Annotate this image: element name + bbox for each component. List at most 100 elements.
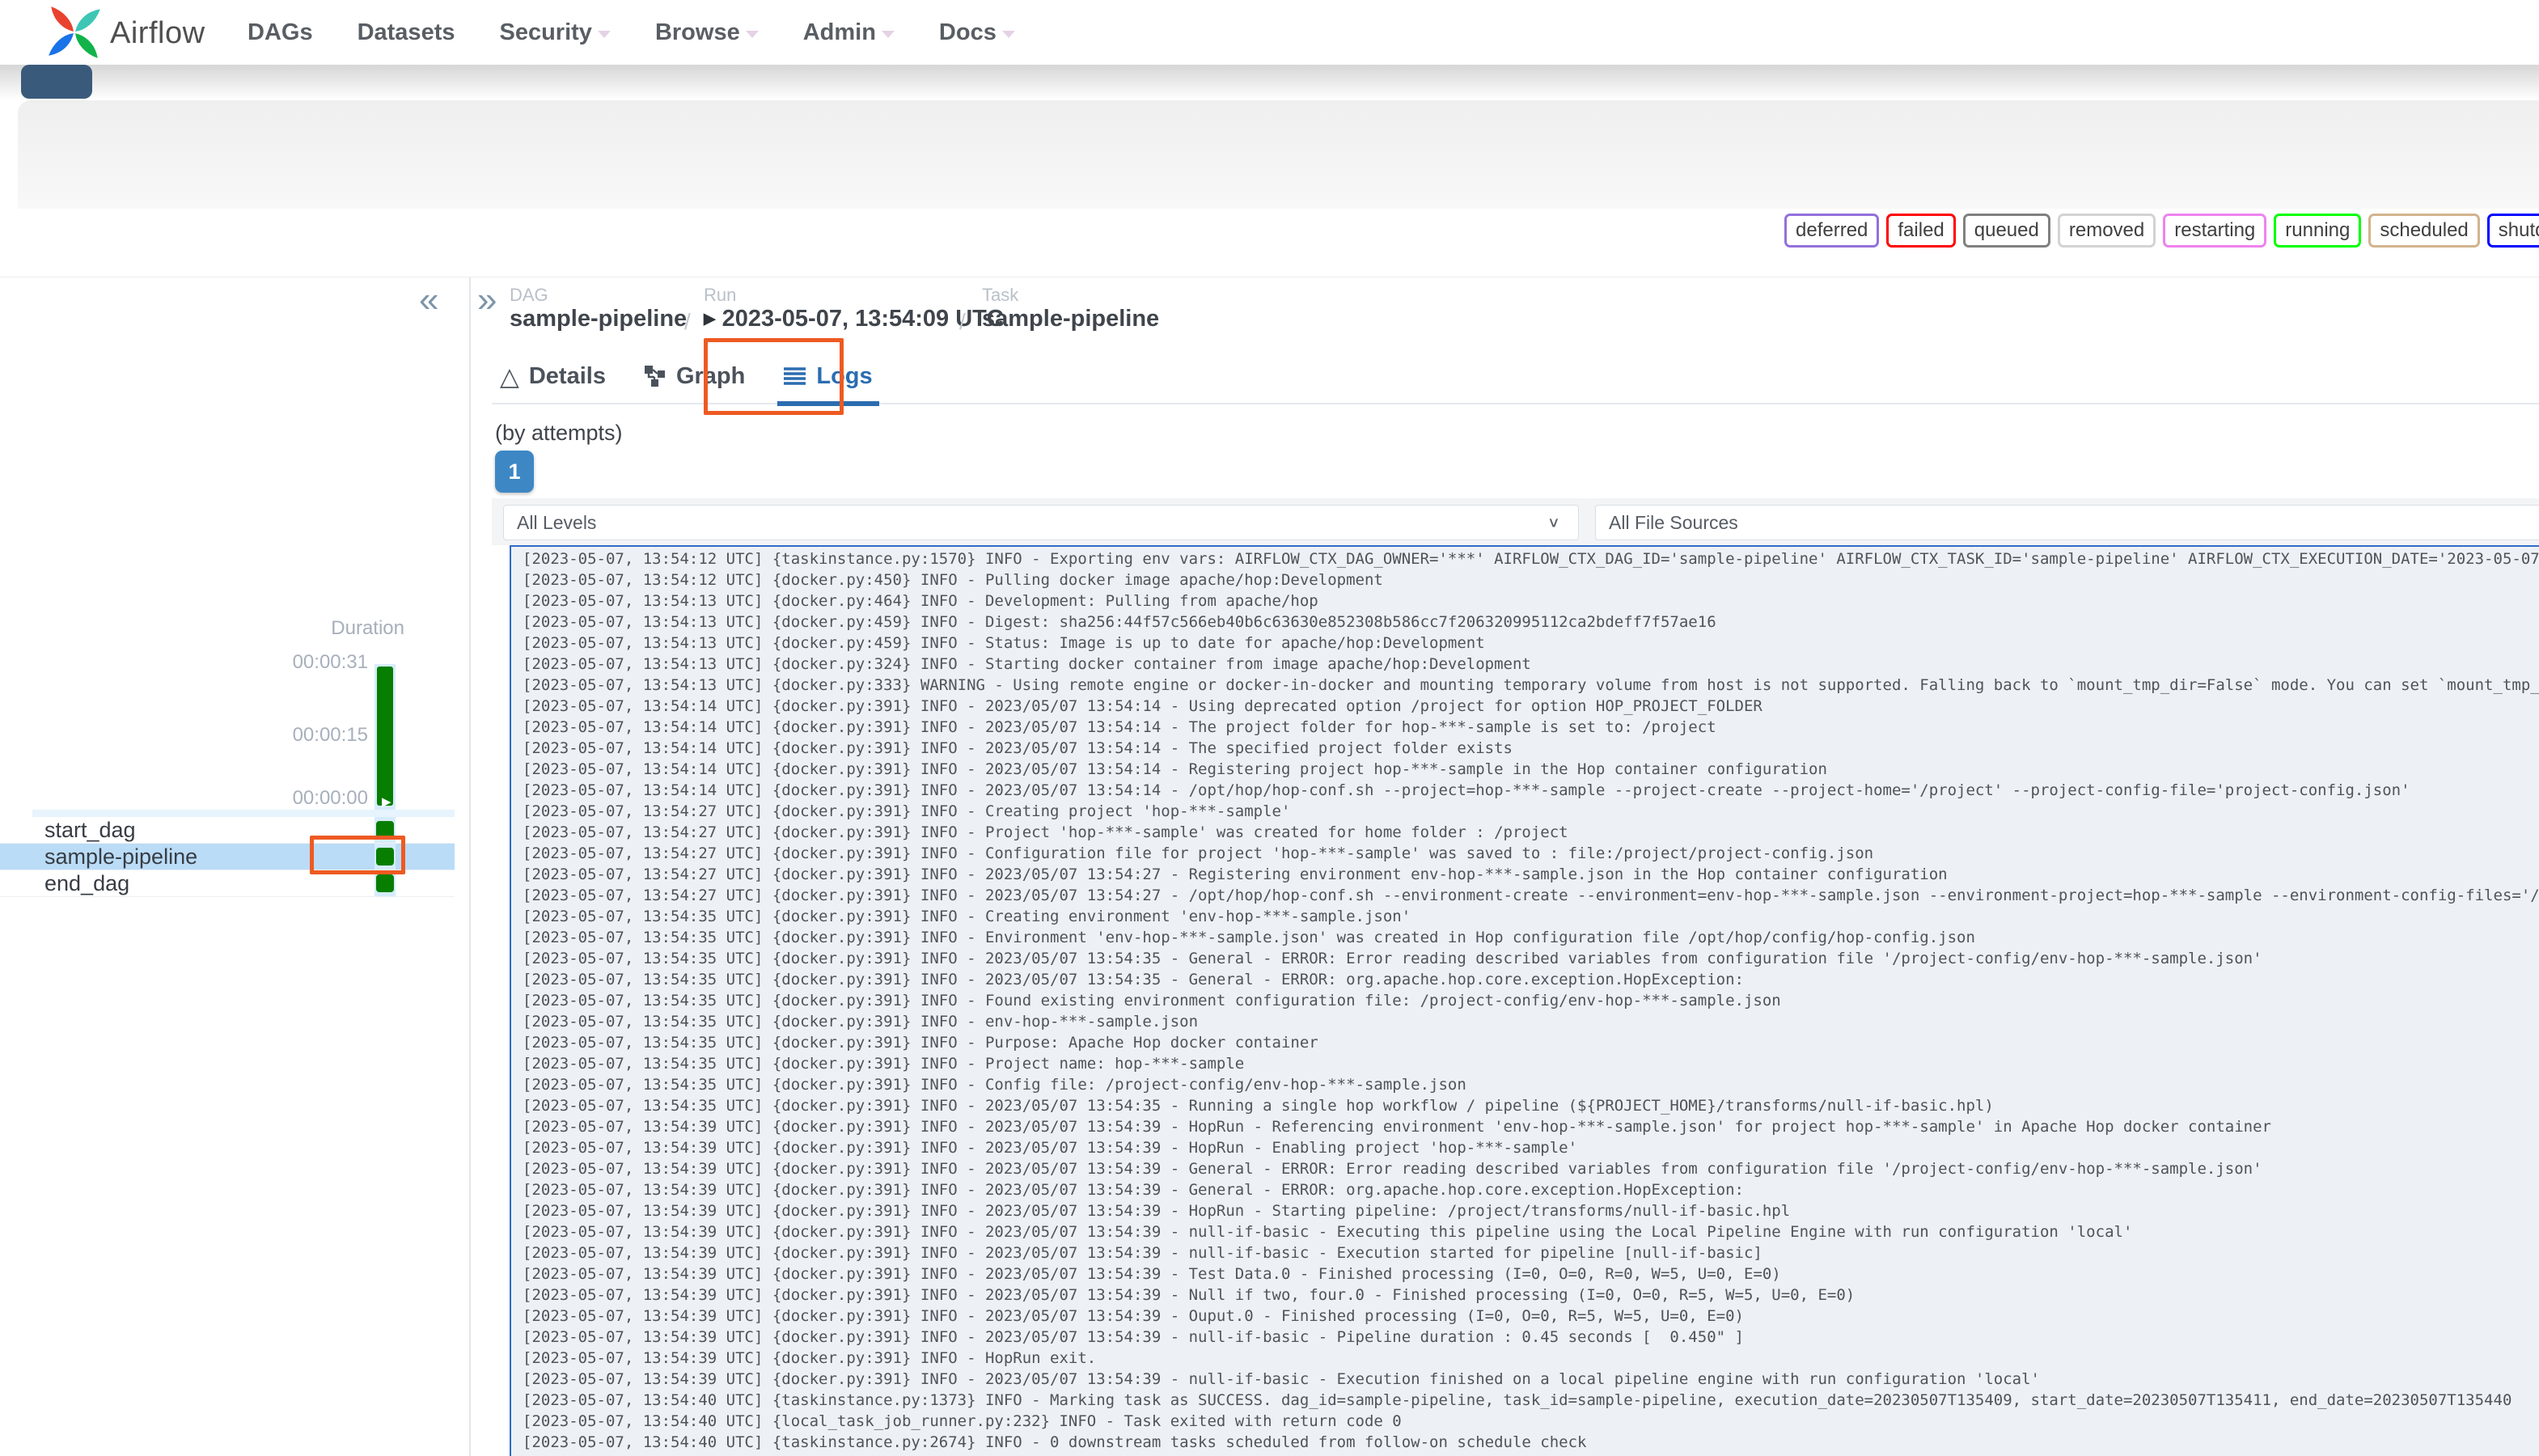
axis-tick-label: 00:00:15: [292, 724, 368, 746]
log-level-value: All Levels: [517, 511, 597, 533]
log-line: [2023-05-07, 13:54:39 UTC] {docker.py:39…: [523, 1244, 1762, 1262]
log-line: [2023-05-07, 13:54:35 UTC] {docker.py:39…: [523, 1013, 1199, 1031]
duration-bar[interactable]: ▶: [377, 667, 393, 809]
log-line: [2023-05-07, 13:54:13 UTC] {docker.py:46…: [523, 592, 1318, 610]
nav-item-label: DAGs: [248, 19, 313, 45]
log-line: [2023-05-07, 13:54:39 UTC] {docker.py:39…: [523, 1265, 1781, 1283]
log-line: [2023-05-07, 13:54:39 UTC] {docker.py:39…: [523, 1139, 1578, 1157]
grid-view-tab[interactable]: [21, 65, 92, 99]
log-line: [2023-05-07, 13:54:35 UTC] {docker.py:39…: [523, 992, 1781, 1009]
log-line: [2023-05-07, 13:54:40 UTC] {taskinstance…: [523, 1391, 2512, 1409]
state-legend-badge[interactable]: running: [2274, 214, 2362, 248]
state-legend-badge[interactable]: scheduled: [2368, 214, 2480, 248]
log-line: [2023-05-07, 13:54:12 UTC] {taskinstance…: [523, 550, 2539, 568]
breadcrumb-separator: /: [959, 309, 966, 334]
play-icon: ▶: [382, 795, 391, 809]
state-legend-badge[interactable]: queued: [1962, 214, 2050, 248]
state-legend-badge[interactable]: shutdown: [2486, 214, 2539, 248]
file-source-value: All File Sources: [1609, 511, 1738, 533]
nav-scroll-shadow: [0, 65, 2539, 100]
airflow-task-logs-page: Airflow DAGs Datasets Security Browse Ad…: [0, 0, 2539, 1456]
expand-panel-button[interactable]: »: [477, 280, 497, 320]
log-line: [2023-05-07, 13:54:39 UTC] {docker.py:39…: [523, 1349, 1097, 1367]
axis-tick-label: 00:00:31: [292, 651, 368, 673]
log-line: [2023-05-07, 13:54:27 UTC] {docker.py:39…: [523, 887, 2539, 904]
log-line: [2023-05-07, 13:54:35 UTC] {docker.py:39…: [523, 908, 1411, 925]
log-line: [2023-05-07, 13:54:35 UTC] {docker.py:39…: [523, 1097, 1994, 1115]
tab-details[interactable]: △︎ Details: [500, 348, 606, 404]
chevron-down-icon: ∨: [1547, 514, 1560, 531]
log-line: [2023-05-07, 13:54:39 UTC] {docker.py:39…: [523, 1202, 1791, 1220]
chevron-down-icon: [881, 30, 895, 38]
duration-chart-column[interactable]: ▶: [375, 664, 396, 816]
log-line: [2023-05-07, 13:54:39 UTC] {docker.py:39…: [523, 1370, 2040, 1388]
task-grid-sidebar: Duration 00:00:31 00:00:15 00:00:00 ▶ star…: [0, 277, 469, 1456]
chevron-down-icon: [1001, 30, 1015, 38]
breadcrumb-dag-label: DAG: [510, 285, 548, 305]
log-output-panel[interactable]: [2023-05-07, 13:54:12 UTC] {taskinstance…: [510, 545, 2539, 1456]
log-line: [2023-05-07, 13:54:13 UTC] {docker.py:45…: [523, 634, 1485, 652]
task-status-square[interactable]: [376, 874, 394, 892]
nav-item[interactable]: Security: [499, 19, 611, 46]
log-line: [2023-05-07, 13:54:39 UTC] {docker.py:39…: [523, 1118, 2271, 1136]
log-line: [2023-05-07, 13:54:12 UTC] {docker.py:45…: [523, 571, 1383, 589]
play-icon: ▶: [704, 311, 716, 328]
filter-panel: [18, 100, 2539, 209]
state-legend-badge[interactable]: deferred: [1784, 214, 1880, 248]
log-line: [2023-05-07, 13:54:35 UTC] {docker.py:39…: [523, 1034, 1318, 1052]
log-line: [2023-05-07, 13:54:14 UTC] {docker.py:39…: [523, 739, 1513, 757]
log-line: [2023-05-07, 13:54:27 UTC] {docker.py:39…: [523, 844, 1874, 862]
collapse-sidebar-button[interactable]: «: [419, 280, 438, 320]
log-line: [2023-05-07, 13:54:35 UTC] {docker.py:39…: [523, 929, 1975, 946]
task-name: sample-pipeline: [44, 844, 198, 869]
nav-item[interactable]: Admin: [803, 19, 895, 46]
chevron-down-icon: [597, 30, 611, 38]
log-line: [2023-05-07, 13:54:39 UTC] {docker.py:39…: [523, 1328, 1744, 1346]
breadcrumb-separator: /: [684, 309, 691, 334]
panel-divider[interactable]: [469, 277, 471, 1456]
log-line: [2023-05-07, 13:54:39 UTC] {docker.py:39…: [523, 1307, 1744, 1325]
log-line: [2023-05-07, 13:54:14 UTC] {docker.py:39…: [523, 718, 1716, 736]
state-legend: deferred failed queued removed restarting run…: [1784, 214, 2539, 248]
log-level-select[interactable]: All Levels ∨: [503, 505, 1579, 540]
state-legend-badge[interactable]: removed: [2057, 214, 2156, 248]
log-line: [2023-05-07, 13:54:27 UTC] {docker.py:39…: [523, 823, 1568, 841]
nav-item[interactable]: Browse: [655, 19, 759, 46]
log-line: [2023-05-07, 13:54:40 UTC] {local_task_j…: [523, 1412, 1402, 1430]
log-line: [2023-05-07, 13:54:13 UTC] {docker.py:33…: [523, 676, 2539, 694]
attempt-1-button[interactable]: 1: [495, 451, 534, 493]
tab-details-label: Details: [528, 362, 606, 389]
brand-name: Airflow: [110, 16, 205, 50]
nav-item[interactable]: Datasets: [358, 19, 455, 46]
file-source-select[interactable]: All File Sources: [1595, 505, 2539, 540]
log-line: [2023-05-07, 13:54:27 UTC] {docker.py:39…: [523, 802, 1291, 820]
log-line: [2023-05-07, 13:54:35 UTC] {docker.py:39…: [523, 971, 1744, 988]
log-line: [2023-05-07, 13:54:39 UTC] {docker.py:39…: [523, 1286, 1856, 1304]
breadcrumb-dag-value[interactable]: sample-pipeline: [510, 306, 687, 332]
log-line: [2023-05-07, 13:54:13 UTC] {docker.py:32…: [523, 655, 1531, 673]
airflow-logo-icon[interactable]: [47, 5, 102, 60]
log-line: [2023-05-07, 13:54:35 UTC] {docker.py:39…: [523, 1076, 1466, 1094]
nav-menu: DAGs Datasets Security Browse Admin Docs: [248, 0, 1015, 65]
state-legend-badge[interactable]: failed: [1886, 214, 1956, 248]
breadcrumb-task-value[interactable]: sample-pipeline: [982, 306, 1159, 332]
axis-tick-label: 00:00:00: [292, 787, 368, 809]
log-line: [2023-05-07, 13:54:27 UTC] {docker.py:39…: [523, 866, 1948, 883]
breadcrumb-task-label: Task: [982, 285, 1019, 305]
annotation-box: [310, 836, 405, 874]
log-line: [2023-05-07, 13:54:14 UTC] {docker.py:39…: [523, 697, 1762, 715]
nav-item-label: Datasets: [357, 19, 455, 45]
nav-item-label: Browse: [654, 19, 740, 45]
log-line: [2023-05-07, 13:54:35 UTC] {docker.py:39…: [523, 950, 2262, 967]
nav-item-label: Security: [499, 19, 592, 45]
warning-triangle-icon: △︎: [500, 362, 519, 391]
log-line: [2023-05-07, 13:54:35 UTC] {docker.py:39…: [523, 1055, 1245, 1073]
grid-header-strip: [32, 810, 455, 817]
state-legend-badge[interactable]: restarting: [2163, 214, 2267, 248]
annotation-box: [704, 338, 844, 415]
nav-item[interactable]: Docs: [939, 19, 1015, 46]
log-line: [2023-05-07, 13:54:14 UTC] {docker.py:39…: [523, 760, 1827, 778]
nav-item[interactable]: DAGs: [248, 19, 313, 46]
graph-icon: [644, 365, 665, 387]
chevron-down-icon: [745, 30, 759, 38]
